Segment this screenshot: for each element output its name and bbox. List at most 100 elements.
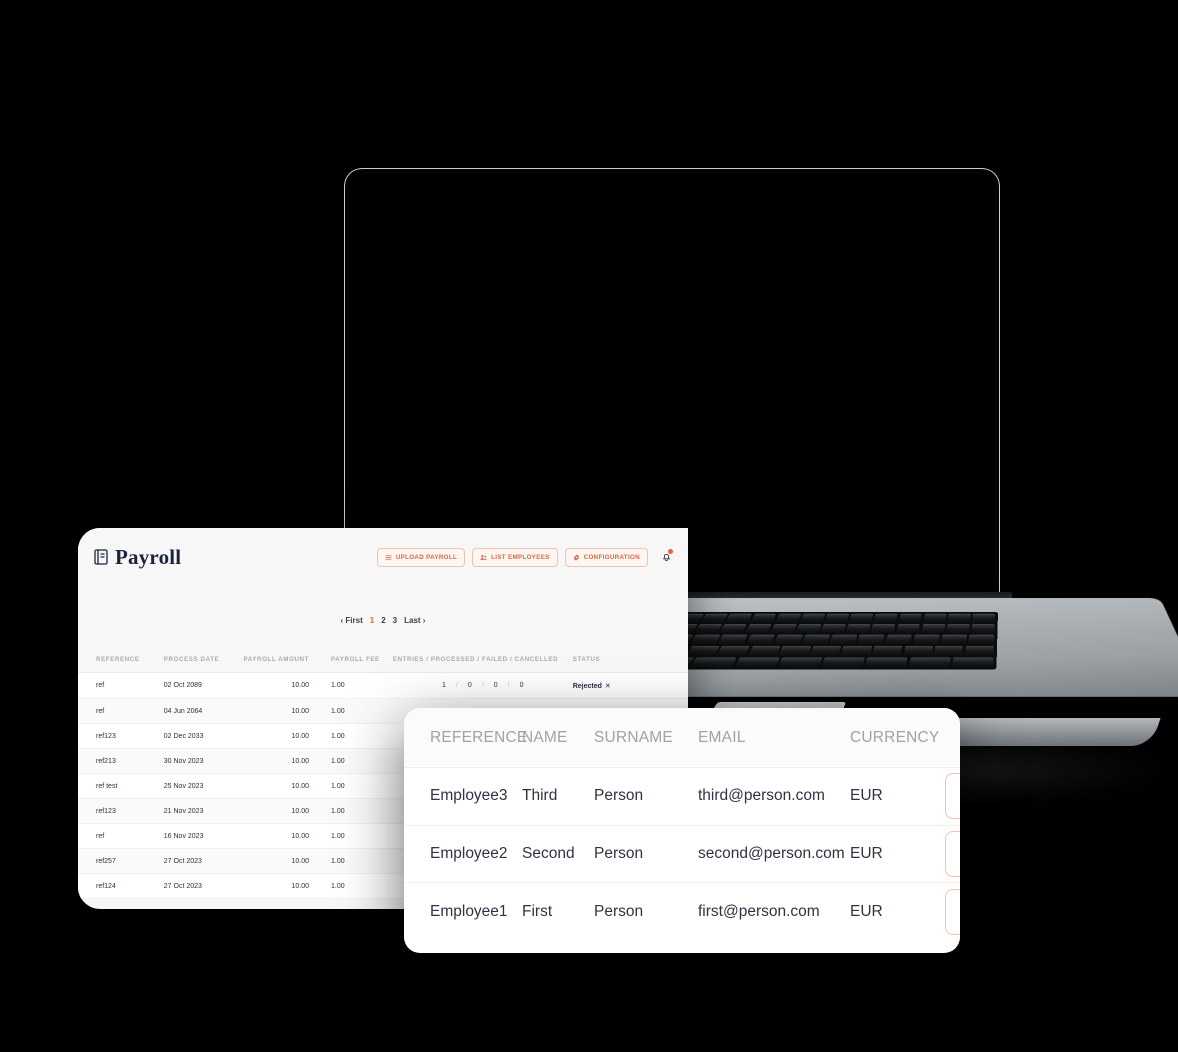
- cell-date: 02 Oct 2089: [163, 672, 244, 699]
- cell-date: 04 Jun 2064: [163, 698, 244, 724]
- delete-employee-button[interactable]: [945, 830, 961, 877]
- status-reject-icon: ✕: [604, 682, 611, 690]
- cancelled-value: 0: [519, 682, 524, 689]
- cell-amount: 10.00: [243, 672, 331, 699]
- employee-surname: Person: [594, 787, 644, 805]
- keyboard-row: [662, 634, 995, 645]
- list-employees-button[interactable]: LIST EMPLOYEES: [472, 547, 558, 567]
- delete-employee-button[interactable]: [945, 773, 961, 820]
- gear-icon: [573, 553, 580, 561]
- cell-reference: ref: [78, 698, 164, 724]
- column-header-reference: REFERENCE: [430, 728, 528, 746]
- upload-payroll-label: UPLOAD PAYROLL: [395, 553, 458, 561]
- page-title: Payroll: [115, 544, 182, 569]
- trash-icon: [959, 787, 961, 806]
- pagination-page-2[interactable]: 2: [381, 616, 385, 625]
- cell-entries: 1 / 0 / 0 / 0: [392, 672, 573, 699]
- employee-name: Second: [522, 844, 575, 862]
- cell-date: 16 Nov 2023: [163, 823, 244, 849]
- column-header-fee: PAYROLL FEE: [331, 647, 393, 673]
- employee-table-header: REFERENCE NAME SURNAME EMAIL CURRENCY: [404, 708, 960, 768]
- configuration-label: CONFIGURATION: [583, 553, 640, 561]
- employee-name: Third: [522, 787, 558, 805]
- column-header-name: NAME: [522, 728, 568, 746]
- employee-reference: Employee2: [430, 844, 508, 862]
- cell-amount: 10.00: [243, 823, 331, 849]
- cell-amount: 10.00: [243, 698, 331, 724]
- laptop-keyboard: [642, 612, 998, 670]
- employee-surname: Person: [594, 844, 644, 862]
- configuration-button[interactable]: CONFIGURATION: [564, 547, 648, 567]
- cell-date: 27 Oct 2023: [163, 873, 244, 899]
- cell-fee: 1.00: [331, 873, 393, 899]
- people-icon: [480, 554, 487, 561]
- employee-email: first@person.com: [698, 902, 820, 920]
- cell-amount: 10.00: [243, 798, 331, 824]
- cell-date: 27 Oct 2023: [163, 848, 244, 874]
- cell-reference: ref123: [78, 798, 164, 824]
- delete-employee-button[interactable]: [945, 888, 961, 935]
- column-header-amount: PAYROLL AMOUNT: [243, 647, 331, 673]
- employee-row[interactable]: Employee2 Second Person second@person.co…: [404, 825, 961, 883]
- screenshot-root: Payroll UPLOAD PAYROLL LIST EMPLOYEES CO…: [0, 0, 1178, 1052]
- employee-currency: EUR: [850, 844, 883, 862]
- keyboard-row: [647, 657, 994, 668]
- cell-fee: 1.00: [331, 798, 393, 824]
- list-icon: [385, 554, 392, 561]
- notification-badge: [668, 549, 673, 554]
- keyboard-row: [654, 645, 994, 656]
- pagination-last[interactable]: Last ›: [404, 616, 425, 625]
- list-employees-label: LIST EMPLOYEES: [491, 553, 550, 561]
- cell-reference: ref123: [78, 723, 164, 749]
- pagination-first[interactable]: ‹ First: [341, 616, 363, 625]
- cell-fee: 1.00: [331, 672, 393, 699]
- cell-fee: 1.00: [331, 723, 393, 749]
- employee-surname: Person: [594, 902, 644, 920]
- employee-row[interactable]: Employee1 First Person first@person.com …: [404, 883, 960, 941]
- employee-email: second@person.com: [698, 844, 845, 862]
- cell-fee: 1.00: [331, 773, 393, 799]
- employee-name: First: [522, 902, 553, 920]
- employee-row[interactable]: Employee3 Third Person third@person.com …: [404, 768, 960, 826]
- column-header-email: EMAIL: [698, 728, 746, 746]
- trash-icon: [959, 844, 961, 863]
- cell-fee: 1.00: [331, 698, 393, 724]
- status-badge: Rejected: [572, 682, 602, 690]
- payroll-header-row: REFERENCE PROCESS DATE PAYROLL AMOUNT PA…: [78, 647, 688, 673]
- cell-amount: 10.00: [243, 723, 331, 749]
- employee-currency: EUR: [850, 902, 883, 920]
- employee-email: third@person.com: [698, 787, 825, 805]
- brand: Payroll: [94, 545, 181, 570]
- payroll-header: Payroll UPLOAD PAYROLL LIST EMPLOYEES CO…: [78, 528, 688, 586]
- cell-status: Rejected ✕: [572, 672, 688, 699]
- cell-amount: 10.00: [243, 773, 331, 799]
- header-actions: UPLOAD PAYROLL LIST EMPLOYEES CONFIGURAT…: [376, 547, 674, 567]
- cell-amount: 10.00: [243, 873, 331, 899]
- processed-value: 0: [467, 682, 472, 689]
- column-header-process-date: PROCESS DATE: [163, 647, 244, 673]
- cell-amount: 10.00: [243, 748, 331, 774]
- column-header-currency: CURRENCY: [850, 728, 940, 746]
- table-row[interactable]: ref 02 Oct 2089 10.00 1.00 1 / 0 / 0 / 0: [78, 672, 688, 699]
- keyboard-row: [669, 623, 995, 634]
- column-header-surname: SURNAME: [594, 728, 673, 746]
- notifications-button[interactable]: [658, 549, 674, 565]
- cell-reference: ref: [78, 823, 164, 849]
- cell-fee: 1.00: [331, 823, 393, 849]
- cell-reference: ref124: [78, 873, 164, 899]
- column-header-reference: REFERENCE: [78, 647, 164, 673]
- cell-reference: ref test: [78, 773, 164, 799]
- employee-currency: EUR: [850, 787, 883, 805]
- pagination-page-1[interactable]: 1: [370, 616, 374, 625]
- trash-icon: [959, 902, 961, 921]
- pagination-page-3[interactable]: 3: [393, 616, 397, 625]
- book-icon: [94, 549, 108, 565]
- entries-value: 1: [442, 682, 446, 689]
- failed-value: 0: [493, 682, 498, 689]
- payroll-table-head: REFERENCE PROCESS DATE PAYROLL AMOUNT PA…: [78, 647, 688, 673]
- column-header-status: STATUS: [572, 647, 688, 673]
- employee-reference: Employee1: [430, 902, 508, 920]
- cell-date: 02 Dec 2033: [163, 723, 244, 749]
- upload-payroll-button[interactable]: UPLOAD PAYROLL: [376, 547, 466, 567]
- cell-date: 25 Nov 2023: [163, 773, 244, 799]
